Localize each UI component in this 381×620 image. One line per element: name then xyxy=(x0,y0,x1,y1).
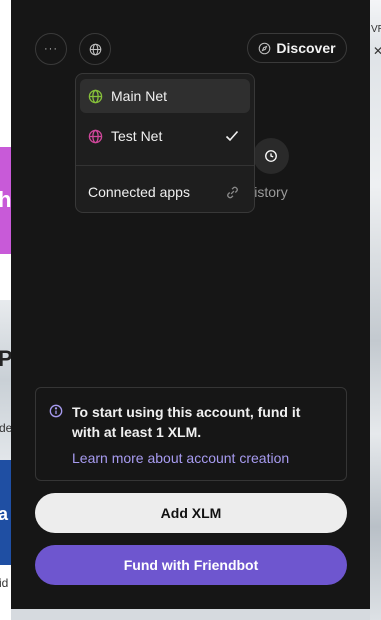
background-fragment: de xyxy=(0,421,11,435)
history-button[interactable] xyxy=(253,138,289,174)
background-page-right: VR ✕ xyxy=(370,0,381,620)
background-fragment: VR xyxy=(371,24,381,35)
compass-icon xyxy=(259,42,271,54)
menu-item-label: Connected apps xyxy=(88,184,190,200)
checkmark-icon xyxy=(225,130,239,142)
background-fragment: h xyxy=(0,187,11,212)
add-xlm-button[interactable]: Add XLM xyxy=(35,493,347,533)
funding-info-box: To start using this account, fund it wit… xyxy=(35,387,347,481)
menu-item-label: Main Net xyxy=(111,88,168,104)
wallet-popup: ··· Discover istory Main Net Test Net Co… xyxy=(11,0,370,609)
background-fragment: id xyxy=(0,576,9,590)
background-close-icon: ✕ xyxy=(373,44,381,58)
globe-icon xyxy=(89,43,101,55)
background-banner-purple: h xyxy=(0,147,11,254)
menu-item-connected-apps[interactable]: Connected apps xyxy=(80,175,250,209)
network-dropdown: Main Net Test Net Connected apps xyxy=(75,73,255,213)
background-fragment: a xyxy=(0,504,9,524)
background-page-bottom xyxy=(11,609,370,620)
info-icon xyxy=(49,404,63,418)
globe-icon xyxy=(88,89,103,103)
funding-info-text: To start using this account, fund it wit… xyxy=(72,404,301,440)
menu-item-test-net[interactable]: Test Net xyxy=(80,119,250,153)
background-image-strip xyxy=(0,300,11,460)
more-icon: ··· xyxy=(44,43,58,55)
link-icon xyxy=(227,186,238,199)
globe-icon xyxy=(88,129,103,143)
background-fragment: P xyxy=(0,346,11,371)
discover-label: Discover xyxy=(276,40,336,56)
fund-friendbot-button[interactable]: Fund with Friendbot xyxy=(35,545,347,585)
account-creation-link[interactable]: Learn more about account creation xyxy=(72,450,289,466)
menu-item-label: Test Net xyxy=(111,128,163,144)
more-options-button[interactable]: ··· xyxy=(35,33,67,65)
background-page-left: h P de a id xyxy=(0,0,11,620)
background-banner-blue: a xyxy=(0,460,11,565)
network-selector-button[interactable] xyxy=(79,33,111,65)
menu-item-main-net[interactable]: Main Net xyxy=(80,79,250,113)
discover-button[interactable]: Discover xyxy=(247,33,347,63)
menu-divider xyxy=(76,165,254,166)
clock-icon xyxy=(265,150,277,162)
